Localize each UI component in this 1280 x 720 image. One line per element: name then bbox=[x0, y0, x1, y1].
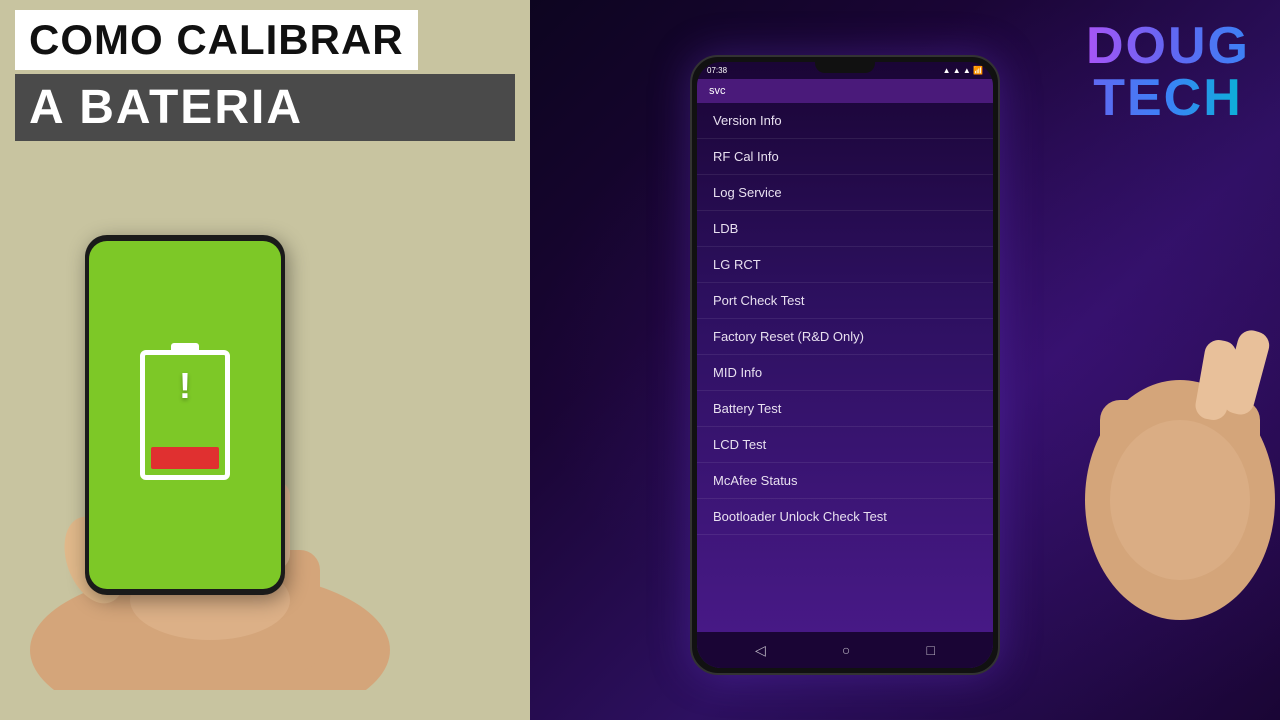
menu-item-version-info[interactable]: Version Info bbox=[697, 103, 993, 139]
menu-item-bootloader[interactable]: Bootloader Unlock Check Test bbox=[697, 499, 993, 535]
status-time: 07:38 bbox=[707, 66, 727, 75]
nav-home-icon[interactable]: ○ bbox=[842, 642, 850, 658]
dougtech-logo: DOUG TECH bbox=[1086, 20, 1250, 124]
battery-low-bar bbox=[151, 447, 219, 469]
logo-tech-text: TECH bbox=[1086, 72, 1250, 124]
title-area: COMO CALIBRAR A BATERIA bbox=[0, 0, 530, 141]
title-line1: COMO CALIBRAR bbox=[15, 10, 418, 70]
menu-item-battery-test[interactable]: Battery Test bbox=[697, 391, 993, 427]
svc-header: svc bbox=[697, 79, 993, 103]
menu-item-rf-cal-info[interactable]: RF Cal Info bbox=[697, 139, 993, 175]
camera-notch bbox=[815, 59, 875, 73]
title-line2: A BATERIA bbox=[15, 74, 515, 141]
hand-right-illustration bbox=[1080, 320, 1280, 620]
left-panel: COMO CALIBRAR A BATERIA ! bbox=[0, 0, 530, 720]
menu-list: Version Info RF Cal Info Log Service LDB… bbox=[697, 103, 993, 535]
device-screen: 07:38 ▲ ▲ ▲ 📶 svc Version Info RF Cal In… bbox=[697, 62, 993, 668]
menu-item-lcd-test[interactable]: LCD Test bbox=[697, 427, 993, 463]
exclamation-mark: ! bbox=[179, 365, 191, 407]
logo-doug-text: DOUG bbox=[1086, 20, 1250, 72]
menu-item-lg-rct[interactable]: LG RCT bbox=[697, 247, 993, 283]
battery-icon: ! bbox=[140, 350, 230, 480]
nav-recent-icon[interactable]: □ bbox=[926, 642, 934, 658]
device-phone: 07:38 ▲ ▲ ▲ 📶 svc Version Info RF Cal In… bbox=[690, 55, 1000, 675]
menu-item-log-service[interactable]: Log Service bbox=[697, 175, 993, 211]
status-icons: ▲ ▲ ▲ 📶 bbox=[943, 66, 983, 75]
menu-item-ldb[interactable]: LDB bbox=[697, 211, 993, 247]
menu-item-port-check-test[interactable]: Port Check Test bbox=[697, 283, 993, 319]
illustration-phone: ! bbox=[85, 235, 285, 595]
menu-item-mid-info[interactable]: MID Info bbox=[697, 355, 993, 391]
menu-item-factory-reset[interactable]: Factory Reset (R&D Only) bbox=[697, 319, 993, 355]
navigation-bar: ◁ ○ □ bbox=[697, 632, 993, 668]
right-panel: DOUG TECH 07:38 ▲ ▲ ▲ 📶 svc Version Info… bbox=[530, 0, 1280, 720]
menu-item-mcafee-status[interactable]: McAfee Status bbox=[697, 463, 993, 499]
nav-back-icon[interactable]: ◁ bbox=[755, 642, 766, 659]
